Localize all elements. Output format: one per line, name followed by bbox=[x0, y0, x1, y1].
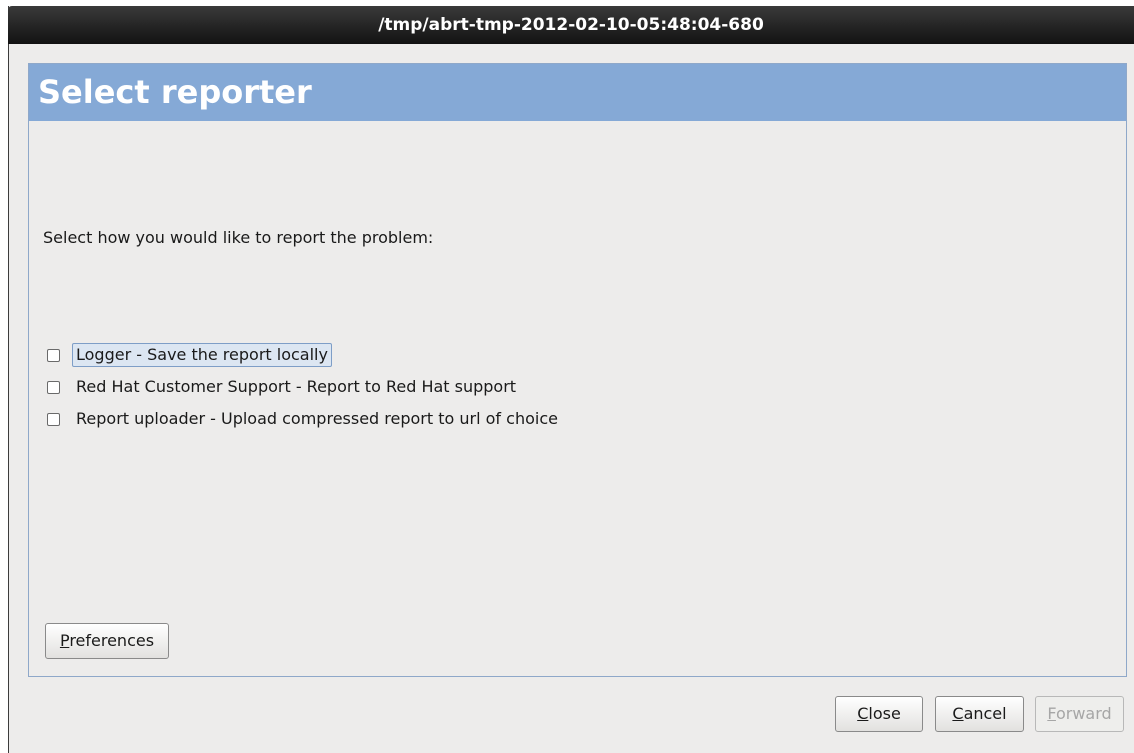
uploader-label[interactable]: Report uploader - Upload compressed repo… bbox=[72, 407, 562, 431]
preferences-mnemonic: P bbox=[59, 631, 70, 650]
reporter-option-logger[interactable]: Logger - Save the report locally bbox=[47, 343, 332, 367]
cancel-label-rest: ancel bbox=[963, 704, 1007, 723]
uploader-checkbox[interactable] bbox=[47, 412, 60, 426]
window-title: /tmp/abrt-tmp-2012-02-10-05:48:04-680 bbox=[378, 15, 764, 35]
redhat-support-checkbox[interactable] bbox=[47, 380, 60, 394]
close-label-rest: lose bbox=[868, 704, 901, 723]
page-title: Select reporter bbox=[38, 73, 312, 111]
preferences-button[interactable]: Preferences bbox=[45, 623, 169, 659]
reporter-panel: Select reporter Select how you would lik… bbox=[28, 63, 1127, 677]
window-titlebar[interactable]: /tmp/abrt-tmp-2012-02-10-05:48:04-680 bbox=[8, 6, 1134, 44]
instruction-text: Select how you would like to report the … bbox=[43, 228, 434, 247]
close-mnemonic: C bbox=[857, 704, 869, 723]
close-button[interactable]: Close bbox=[835, 696, 923, 732]
cancel-mnemonic: C bbox=[952, 704, 964, 723]
logger-checkbox[interactable] bbox=[47, 348, 60, 362]
logger-label[interactable]: Logger - Save the report locally bbox=[72, 343, 332, 367]
forward-label-rest: orward bbox=[1055, 704, 1112, 723]
reporter-option-redhat-support[interactable]: Red Hat Customer Support - Report to Red… bbox=[47, 375, 520, 399]
forward-mnemonic: F bbox=[1047, 704, 1056, 723]
page-header: Select reporter bbox=[29, 64, 1126, 121]
reporter-option-uploader[interactable]: Report uploader - Upload compressed repo… bbox=[47, 407, 562, 431]
preferences-label-rest: references bbox=[69, 631, 155, 650]
cancel-button[interactable]: Cancel bbox=[935, 696, 1024, 732]
forward-button[interactable]: Forward bbox=[1035, 696, 1124, 732]
redhat-support-label[interactable]: Red Hat Customer Support - Report to Red… bbox=[72, 375, 520, 399]
